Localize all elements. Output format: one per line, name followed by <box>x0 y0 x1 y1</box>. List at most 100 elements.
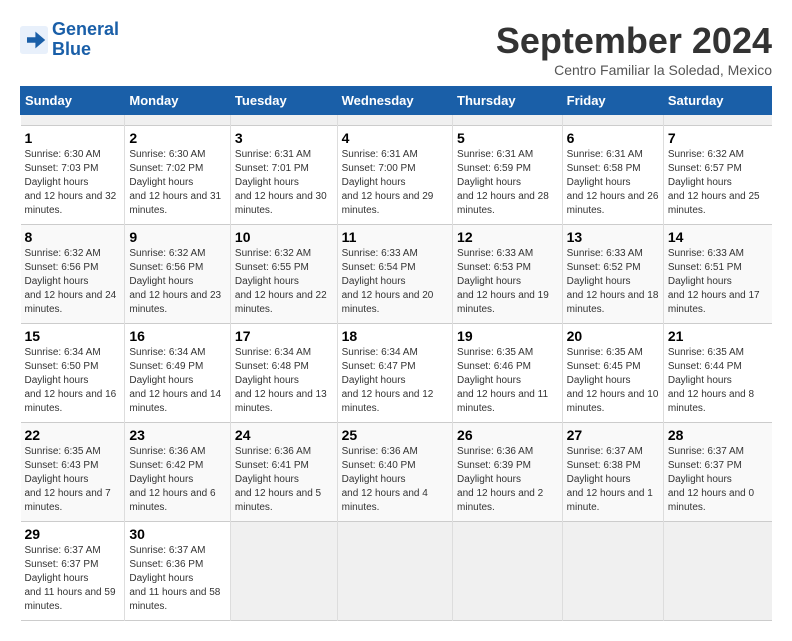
header-sunday: Sunday <box>21 87 125 115</box>
day-info: Sunrise: 6:37 AMSunset: 6:38 PMDaylight … <box>567 445 659 515</box>
calendar-cell: 20 Sunrise: 6:35 AMSunset: 6:45 PMDayligh… <box>562 324 663 423</box>
calendar-cell <box>230 115 337 126</box>
day-info: Sunrise: 6:36 AMSunset: 6:40 PMDaylight … <box>342 445 448 515</box>
calendar-week-row: 8 Sunrise: 6:32 AMSunset: 6:56 PMDaylight… <box>21 225 772 324</box>
calendar-week-row: 1Sunrise: 6:30 AMSunset: 7:03 PMDaylight… <box>21 126 772 225</box>
day-number: 30 <box>129 526 226 542</box>
day-info: Sunrise: 6:33 AMSunset: 6:51 PMDaylight … <box>668 247 768 317</box>
header-thursday: Thursday <box>453 87 563 115</box>
calendar-cell: 21 Sunrise: 6:35 AMSunset: 6:44 PMDayligh… <box>663 324 771 423</box>
day-number: 7 <box>668 130 768 146</box>
calendar-cell: 8 Sunrise: 6:32 AMSunset: 6:56 PMDaylight… <box>21 225 125 324</box>
calendar-cell <box>337 115 452 126</box>
calendar-header-row: SundayMondayTuesdayWednesdayThursdayFrid… <box>21 87 772 115</box>
day-number: 22 <box>25 427 121 443</box>
day-info: Sunrise: 6:36 AMSunset: 6:42 PMDaylight … <box>129 445 226 515</box>
calendar-cell: 26 Sunrise: 6:36 AMSunset: 6:39 PMDayligh… <box>453 423 563 522</box>
calendar-week-row: 29 Sunrise: 6:37 AMSunset: 6:37 PMDayligh… <box>21 522 772 621</box>
calendar-cell: 11 Sunrise: 6:33 AMSunset: 6:54 PMDayligh… <box>337 225 452 324</box>
day-number: 3 <box>235 130 333 146</box>
day-number: 10 <box>235 229 333 245</box>
calendar-cell <box>230 522 337 621</box>
logo-text: General Blue <box>52 20 119 60</box>
day-info: Sunrise: 6:32 AMSunset: 6:57 PMDaylight … <box>668 148 768 218</box>
day-number: 11 <box>342 229 448 245</box>
calendar-cell <box>453 522 563 621</box>
day-info: Sunrise: 6:33 AMSunset: 6:54 PMDaylight … <box>342 247 448 317</box>
day-number: 24 <box>235 427 333 443</box>
day-number: 27 <box>567 427 659 443</box>
calendar-cell: 18Sunrise: 6:34 AMSunset: 6:47 PMDayligh… <box>337 324 452 423</box>
day-number: 23 <box>129 427 226 443</box>
day-info: Sunrise: 6:31 AMSunset: 6:59 PMDaylight … <box>457 148 558 218</box>
calendar-cell: 6Sunrise: 6:31 AMSunset: 6:58 PMDaylight… <box>562 126 663 225</box>
calendar-cell: 4 Sunrise: 6:31 AMSunset: 7:00 PMDaylight… <box>337 126 452 225</box>
day-info: Sunrise: 6:32 AMSunset: 6:56 PMDaylight … <box>25 247 121 317</box>
day-number: 17 <box>235 328 333 344</box>
day-info: Sunrise: 6:35 AMSunset: 6:43 PMDaylight … <box>25 445 121 515</box>
calendar-cell <box>663 115 771 126</box>
day-number: 4 <box>342 130 448 146</box>
calendar-cell: 15 Sunrise: 6:34 AMSunset: 6:50 PMDayligh… <box>21 324 125 423</box>
day-info: Sunrise: 6:37 AMSunset: 6:36 PMDaylight … <box>129 544 226 614</box>
day-info: Sunrise: 6:31 AMSunset: 7:00 PMDaylight … <box>342 148 448 218</box>
day-info: Sunrise: 6:31 AMSunset: 7:01 PMDaylight … <box>235 148 333 218</box>
calendar-cell: 13 Sunrise: 6:33 AMSunset: 6:52 PMDayligh… <box>562 225 663 324</box>
day-info: Sunrise: 6:35 AMSunset: 6:45 PMDaylight … <box>567 346 659 416</box>
day-number: 8 <box>25 229 121 245</box>
day-number: 5 <box>457 130 558 146</box>
day-info: Sunrise: 6:30 AMSunset: 7:02 PMDaylight … <box>129 148 226 218</box>
calendar-cell: 1Sunrise: 6:30 AMSunset: 7:03 PMDaylight… <box>21 126 125 225</box>
day-number: 9 <box>129 229 226 245</box>
day-number: 15 <box>25 328 121 344</box>
logo-line2: Blue <box>52 39 91 59</box>
calendar-cell <box>453 115 563 126</box>
calendar-cell: 23 Sunrise: 6:36 AMSunset: 6:42 PMDayligh… <box>125 423 231 522</box>
calendar-cell <box>337 522 452 621</box>
day-info: Sunrise: 6:37 AMSunset: 6:37 PMDaylight … <box>25 544 121 614</box>
calendar-cell: 5 Sunrise: 6:31 AMSunset: 6:59 PMDaylight… <box>453 126 563 225</box>
day-number: 20 <box>567 328 659 344</box>
month-title: September 2024 <box>496 20 772 62</box>
day-number: 16 <box>129 328 226 344</box>
location-subtitle: Centro Familiar la Soledad, Mexico <box>496 62 772 78</box>
calendar-cell: 30 Sunrise: 6:37 AMSunset: 6:36 PMDayligh… <box>125 522 231 621</box>
day-info: Sunrise: 6:35 AMSunset: 6:44 PMDaylight … <box>668 346 768 416</box>
calendar-cell: 24Sunrise: 6:36 AMSunset: 6:41 PMDayligh… <box>230 423 337 522</box>
header-tuesday: Tuesday <box>230 87 337 115</box>
logo-line1: General <box>52 19 119 39</box>
day-info: Sunrise: 6:33 AMSunset: 6:52 PMDaylight … <box>567 247 659 317</box>
day-info: Sunrise: 6:30 AMSunset: 7:03 PMDaylight … <box>25 148 121 218</box>
day-number: 26 <box>457 427 558 443</box>
calendar-cell: 17Sunrise: 6:34 AMSunset: 6:48 PMDayligh… <box>230 324 337 423</box>
day-number: 2 <box>129 130 226 146</box>
day-number: 18 <box>342 328 448 344</box>
title-area: September 2024 Centro Familiar la Soleda… <box>496 20 772 78</box>
logo: General Blue <box>20 20 119 60</box>
day-info: Sunrise: 6:33 AMSunset: 6:53 PMDaylight … <box>457 247 558 317</box>
calendar-week-row <box>21 115 772 126</box>
day-info: Sunrise: 6:32 AMSunset: 6:56 PMDaylight … <box>129 247 226 317</box>
header-friday: Friday <box>562 87 663 115</box>
calendar-cell: 28Sunrise: 6:37 AMSunset: 6:37 PMDayligh… <box>663 423 771 522</box>
calendar-cell <box>663 522 771 621</box>
calendar-cell: 10Sunrise: 6:32 AMSunset: 6:55 PMDayligh… <box>230 225 337 324</box>
day-info: Sunrise: 6:31 AMSunset: 6:58 PMDaylight … <box>567 148 659 218</box>
calendar-cell <box>21 115 125 126</box>
day-info: Sunrise: 6:34 AMSunset: 6:49 PMDaylight … <box>129 346 226 416</box>
calendar-cell: 27 Sunrise: 6:37 AMSunset: 6:38 PMDayligh… <box>562 423 663 522</box>
calendar-cell: 9 Sunrise: 6:32 AMSunset: 6:56 PMDaylight… <box>125 225 231 324</box>
day-number: 29 <box>25 526 121 542</box>
day-number: 19 <box>457 328 558 344</box>
day-number: 13 <box>567 229 659 245</box>
calendar-table: SundayMondayTuesdayWednesdayThursdayFrid… <box>20 86 772 621</box>
day-info: Sunrise: 6:36 AMSunset: 6:39 PMDaylight … <box>457 445 558 515</box>
calendar-cell <box>562 522 663 621</box>
logo-icon <box>20 26 48 54</box>
day-number: 25 <box>342 427 448 443</box>
day-info: Sunrise: 6:34 AMSunset: 6:50 PMDaylight … <box>25 346 121 416</box>
day-number: 21 <box>668 328 768 344</box>
day-number: 14 <box>668 229 768 245</box>
calendar-cell: 7 Sunrise: 6:32 AMSunset: 6:57 PMDaylight… <box>663 126 771 225</box>
day-number: 28 <box>668 427 768 443</box>
